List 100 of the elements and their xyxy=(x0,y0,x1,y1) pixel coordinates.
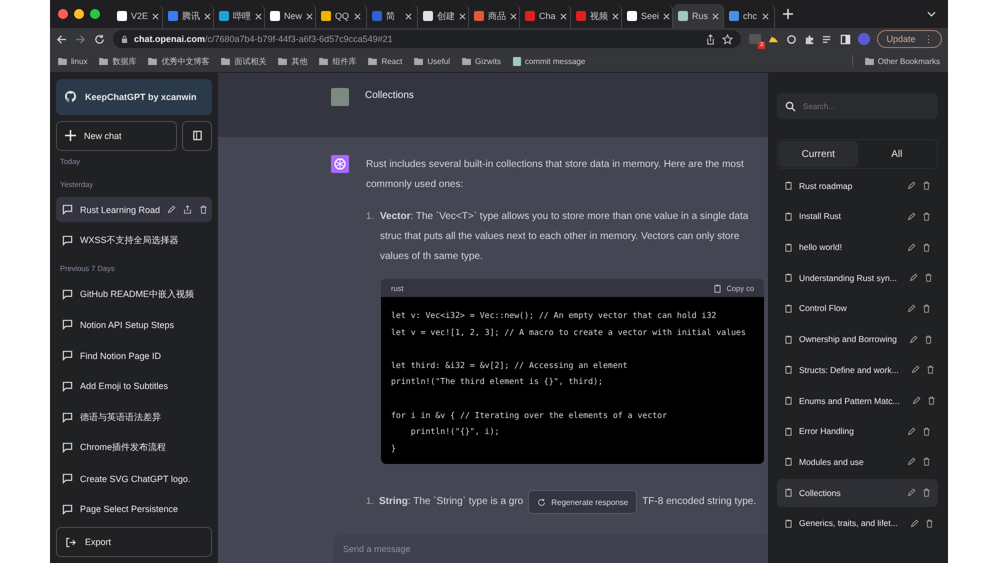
chat-history-item[interactable]: WXSS不支持全局选择器 xyxy=(56,227,212,254)
minimize-window-dot[interactable] xyxy=(74,9,84,19)
export-button[interactable]: Export xyxy=(56,527,212,558)
saved-chat-item[interactable]: Ownership and Borrowing xyxy=(777,325,938,354)
filter-tab[interactable]: Current xyxy=(779,141,858,167)
pencil-icon[interactable] xyxy=(907,181,916,190)
sidebar-toggle-button[interactable] xyxy=(182,120,212,151)
close-window-dot[interactable] xyxy=(58,9,68,19)
close-icon[interactable] xyxy=(405,12,412,20)
trash-icon[interactable] xyxy=(922,304,931,313)
chat-history-item[interactable]: Chrome插件发布流程 xyxy=(56,435,212,461)
chat-history-item[interactable]: Find Notion Page ID xyxy=(56,342,212,368)
chat-history-item[interactable]: Notion API Setup Steps xyxy=(56,312,212,338)
trash-icon[interactable] xyxy=(924,273,933,282)
share-icon[interactable] xyxy=(183,205,192,214)
close-icon[interactable] xyxy=(306,12,314,20)
saved-chat-item[interactable]: hello world! xyxy=(777,233,938,262)
regenerate-button[interactable]: Regenerate response xyxy=(528,490,638,514)
close-icon[interactable] xyxy=(560,12,567,20)
trash-icon[interactable] xyxy=(922,457,931,466)
chat-history-item[interactable]: Create SVG ChatGPT logo. xyxy=(56,466,212,492)
trash-icon[interactable] xyxy=(926,396,936,405)
chevron-down-icon[interactable] xyxy=(927,11,936,17)
update-button[interactable]: Update ⋮ xyxy=(877,30,942,48)
forward-icon[interactable] xyxy=(75,34,86,44)
bookmark-folder[interactable]: 组件库 xyxy=(319,56,356,66)
pencil-icon[interactable] xyxy=(912,396,921,405)
trash-icon[interactable] xyxy=(922,242,931,252)
trash-icon[interactable] xyxy=(199,205,208,214)
close-icon[interactable] xyxy=(354,12,361,20)
chat-history-item[interactable]: Page Select Persistence xyxy=(56,496,212,522)
pencil-icon[interactable] xyxy=(908,273,918,282)
new-chat-button[interactable]: New chat xyxy=(56,120,177,151)
chat-history-item[interactable]: GitHub README中嵌入视频 xyxy=(56,281,212,307)
chat-history-item[interactable]: Rust Learning Road xyxy=(56,196,212,222)
reload-icon[interactable] xyxy=(94,34,105,44)
trash-icon[interactable] xyxy=(922,426,931,436)
close-icon[interactable] xyxy=(762,12,769,20)
pencil-icon[interactable] xyxy=(907,212,916,221)
browser-tab[interactable]: Rus xyxy=(673,4,724,28)
saved-chat-item[interactable]: Collections xyxy=(777,478,938,507)
saved-chat-item[interactable]: Understanding Rust syn... xyxy=(777,264,938,292)
close-icon[interactable] xyxy=(612,12,619,20)
pencil-icon[interactable] xyxy=(907,304,916,313)
pencil-icon[interactable] xyxy=(167,205,176,214)
pencil-icon[interactable] xyxy=(907,488,916,498)
trash-icon[interactable] xyxy=(924,518,934,528)
close-icon[interactable] xyxy=(204,12,211,20)
extension-banner[interactable]: KeepChatGPT by xcanwin xyxy=(56,79,212,115)
pencil-icon[interactable] xyxy=(907,457,916,466)
bookmark-folder[interactable]: Other Bookmarks xyxy=(864,56,940,66)
saved-chat-item[interactable]: Install Rust xyxy=(777,202,938,230)
close-icon[interactable] xyxy=(459,12,466,20)
zoom-window-dot[interactable] xyxy=(90,9,100,19)
saved-chat-item[interactable]: Generics, traits, and lifet... xyxy=(777,509,938,538)
bookmark-folder[interactable]: 其他 xyxy=(278,56,308,66)
back-icon[interactable] xyxy=(56,34,67,44)
saved-chat-item[interactable]: Structs: Define and work... xyxy=(777,356,938,384)
search-field[interactable]: Search... xyxy=(777,93,938,119)
filter-tab[interactable]: All xyxy=(858,141,936,167)
trash-icon[interactable] xyxy=(926,365,935,374)
pencil-icon[interactable] xyxy=(910,365,920,374)
saved-chat-item[interactable]: Rust roadmap xyxy=(777,172,938,200)
bookmark-folder[interactable]: linux xyxy=(58,56,88,66)
saved-chat-item[interactable]: Control Flow xyxy=(777,294,938,322)
trash-icon[interactable] xyxy=(922,212,931,221)
new-tab-icon[interactable] xyxy=(783,9,793,19)
pencil-icon[interactable] xyxy=(908,334,918,344)
address-field[interactable]: chat.openai.com/c/7680a7b4-b79f-44f3-a6f3-6d57c9cca549#21 xyxy=(113,30,742,48)
bookmark-link[interactable]: commit message xyxy=(512,56,586,66)
saved-chat-item[interactable]: Modules and use xyxy=(777,448,938,476)
bookmark-folder[interactable]: 数据库 xyxy=(99,56,136,66)
trash-icon[interactable] xyxy=(922,181,931,190)
chat-history-item[interactable]: 德语与英语语法差异 xyxy=(56,404,212,430)
pencil-icon[interactable] xyxy=(910,518,919,528)
saved-chat-item[interactable]: Error Handling xyxy=(777,417,938,446)
pencil-icon[interactable] xyxy=(907,242,916,252)
trash-icon[interactable] xyxy=(924,334,933,344)
bookmark-folder[interactable]: 优秀中文博客 xyxy=(148,56,210,66)
saved-chat-item[interactable]: Enums and Pattern Matc... xyxy=(777,386,938,414)
pencil-icon[interactable] xyxy=(907,426,916,436)
message-input[interactable]: Send a message xyxy=(333,535,768,563)
puzzle-icon[interactable] xyxy=(804,34,816,44)
trash-icon[interactable] xyxy=(922,488,931,498)
close-icon[interactable] xyxy=(712,12,720,20)
close-icon[interactable] xyxy=(152,12,160,20)
chat-title: Collections xyxy=(799,488,841,498)
bookmark-folder[interactable]: Useful xyxy=(414,56,450,66)
bookmark-folder[interactable]: React xyxy=(368,56,402,66)
extension-icon[interactable] xyxy=(786,34,798,44)
star-icon[interactable] xyxy=(722,34,734,44)
bookmark-folder[interactable]: Gizwits xyxy=(462,56,501,66)
close-icon[interactable] xyxy=(510,12,517,20)
close-icon[interactable] xyxy=(255,12,262,20)
close-icon[interactable] xyxy=(663,12,670,20)
chat-history-item[interactable]: Add Emoji to Subtitles xyxy=(56,374,212,400)
playlist-icon[interactable] xyxy=(822,34,834,44)
share-icon[interactable] xyxy=(705,34,716,44)
side-panel-icon[interactable] xyxy=(840,34,852,44)
bookmark-folder[interactable]: 面试相关 xyxy=(221,56,266,66)
